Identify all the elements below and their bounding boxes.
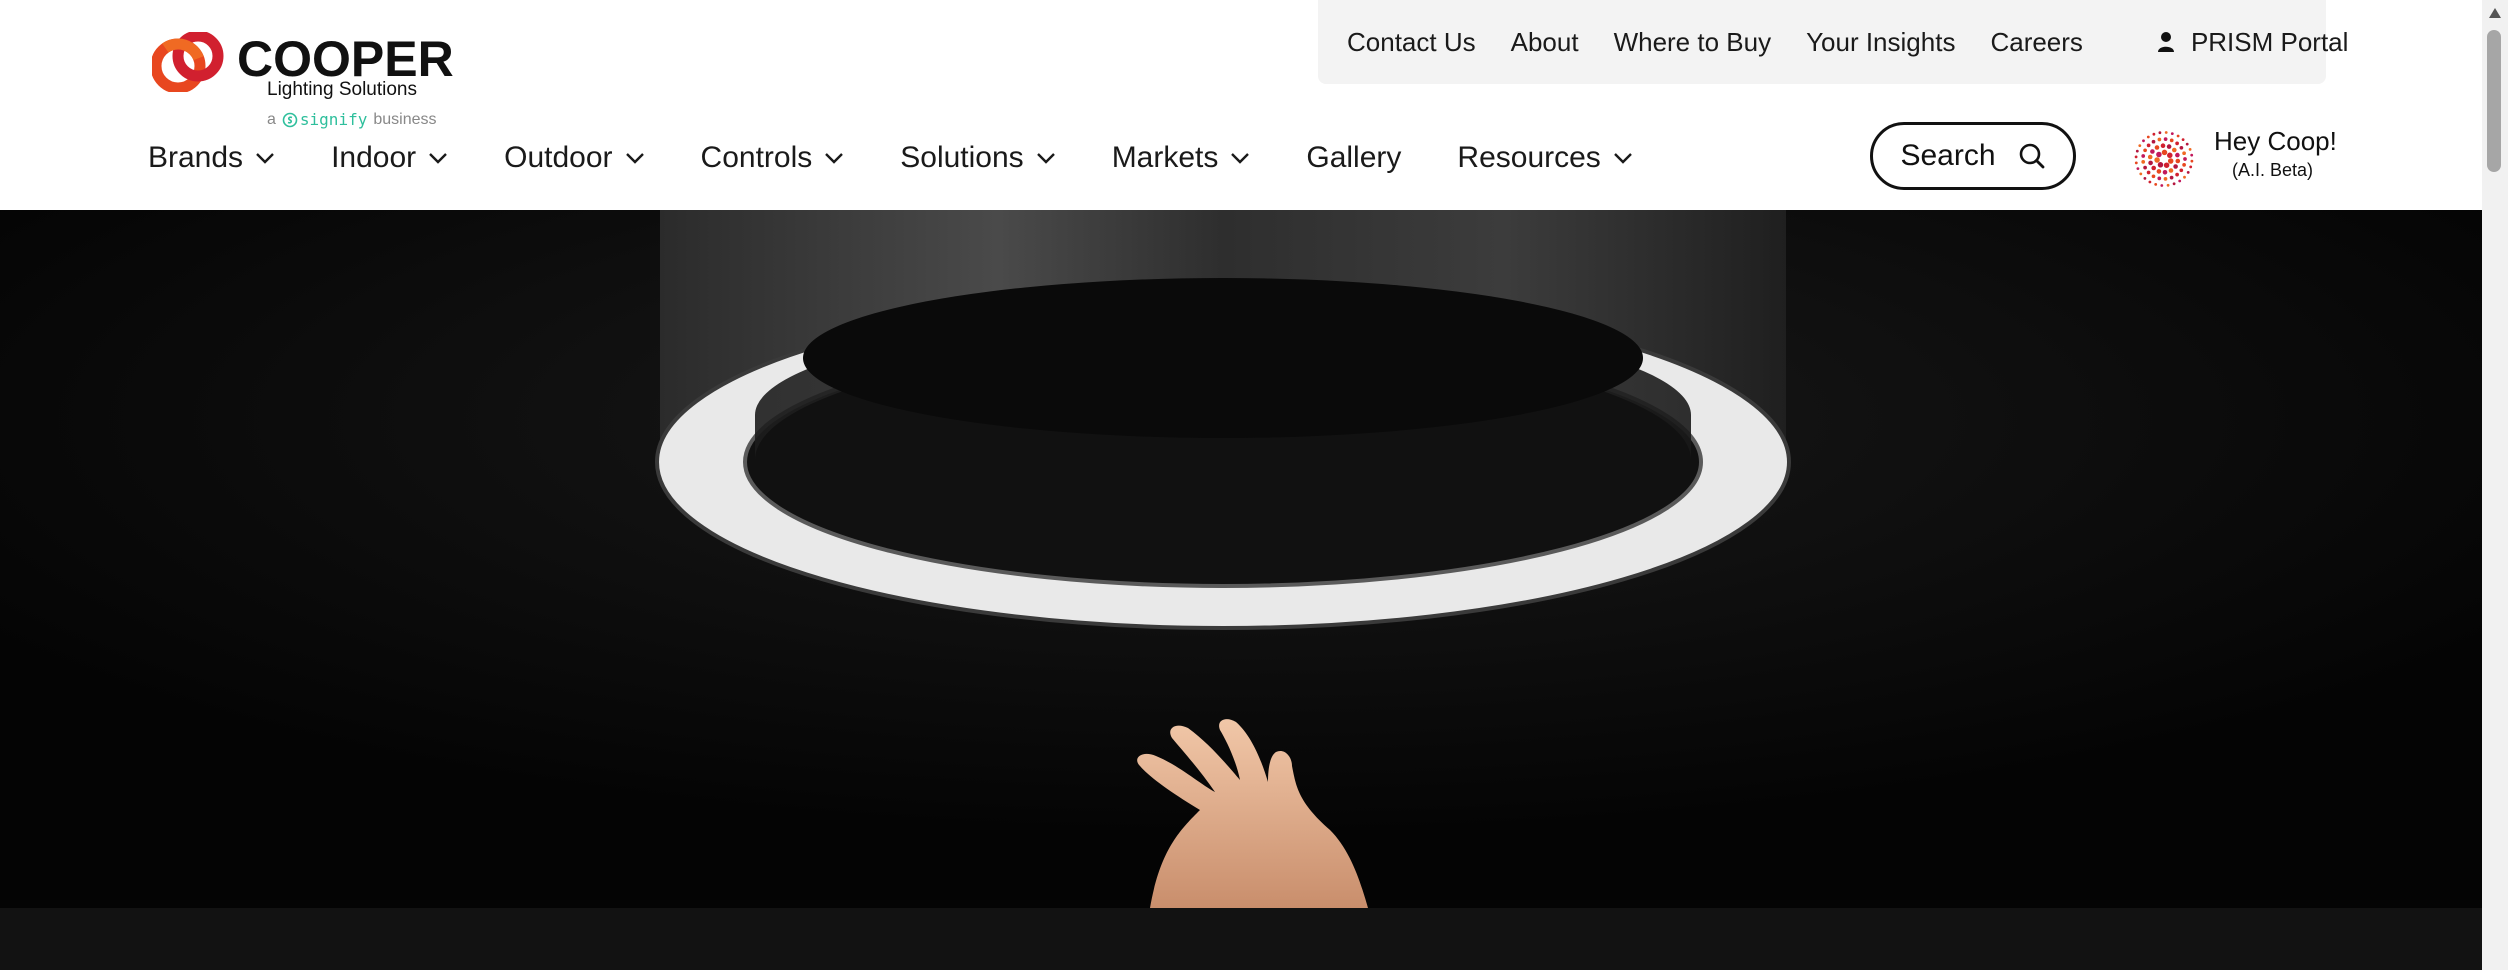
chevron-down-icon: [625, 153, 644, 164]
hey-coop-assistant[interactable]: Hey Coop! (A.I. Beta): [2128, 124, 2337, 194]
nav-item-brands[interactable]: Brands: [148, 141, 275, 175]
utility-link-about[interactable]: About: [1511, 27, 1579, 58]
utility-link-your-insights[interactable]: Your Insights: [1806, 27, 1955, 58]
nav-item-label: Gallery: [1306, 141, 1402, 174]
utility-link-contact-us[interactable]: Contact Us: [1347, 27, 1476, 58]
utility-nav: Contact Us About Where to Buy Your Insig…: [1318, 0, 2348, 84]
page: COOPER Lighting Solutions a signify busi…: [0, 0, 2482, 970]
nav-item-label: Markets: [1111, 141, 1219, 174]
cooper-logo-mark-icon: [152, 32, 224, 92]
nav-item-gallery[interactable]: Gallery: [1306, 141, 1401, 175]
main-nav: Brands Indoor Outdoor Controls Solutions…: [148, 134, 1689, 182]
nav-item-label: Solutions: [900, 141, 1024, 174]
user-icon: [2157, 32, 2174, 52]
nav-item-label: Resources: [1457, 141, 1601, 174]
utility-link-where-to-buy[interactable]: Where to Buy: [1614, 27, 1772, 58]
prism-portal-link[interactable]: PRISM Portal: [2157, 26, 2349, 58]
utility-link-careers[interactable]: Careers: [1990, 27, 2082, 58]
logo-parent-name: signify: [299, 110, 368, 129]
chevron-down-icon: [429, 153, 447, 164]
logo-tagline: Lighting Solutions: [267, 79, 417, 100]
nav-item-indoor[interactable]: Indoor: [331, 141, 448, 175]
nav-item-label: Indoor: [331, 141, 417, 174]
logo-parent-prefix: a: [267, 111, 276, 128]
chevron-down-icon: [1036, 153, 1055, 164]
assistant-subtitle: (A.I. Beta): [2232, 160, 2314, 180]
scrollbar-thumb[interactable]: [2487, 30, 2501, 172]
nav-item-solutions[interactable]: Solutions: [900, 141, 1055, 175]
scroll-up-arrow-icon[interactable]: [2489, 8, 2501, 18]
assistant-title: Hey Coop!: [2214, 126, 2337, 156]
chevron-down-icon: [825, 153, 844, 164]
page-scrollbar[interactable]: [2482, 0, 2508, 970]
nav-item-markets[interactable]: Markets: [1112, 141, 1251, 175]
search-icon: [2019, 143, 2044, 169]
nav-item-resources[interactable]: Resources: [1457, 141, 1632, 175]
signify-mark-icon: [282, 112, 298, 128]
hero-image: [0, 210, 2482, 908]
chevron-down-icon: [256, 153, 274, 164]
nav-item-controls[interactable]: Controls: [701, 141, 845, 175]
nav-item-label: Controls: [700, 141, 813, 174]
signify-logo: signify: [282, 110, 367, 130]
logo-parent-suffix: business: [373, 111, 437, 128]
nav-item-label: Brands: [148, 141, 244, 174]
nav-item-label: Outdoor: [504, 141, 613, 174]
hero-banner: [0, 210, 2482, 908]
nav-item-outdoor[interactable]: Outdoor: [504, 141, 644, 175]
prism-portal-label: PRISM Portal: [2190, 26, 2349, 57]
chevron-down-icon: [1231, 153, 1250, 164]
search-button[interactable]: Search: [1870, 122, 2076, 190]
coop-dots-icon: [2134, 131, 2194, 187]
cooper-logo[interactable]: COOPER Lighting Solutions a signify busi…: [152, 30, 454, 134]
logo-parent-line: a signify business: [267, 110, 437, 130]
hero-bottom-band: [0, 908, 2482, 970]
site-header: COOPER Lighting Solutions a signify busi…: [0, 0, 2482, 210]
search-button-label: Search: [1900, 139, 1996, 172]
chevron-down-icon: [1613, 153, 1632, 164]
